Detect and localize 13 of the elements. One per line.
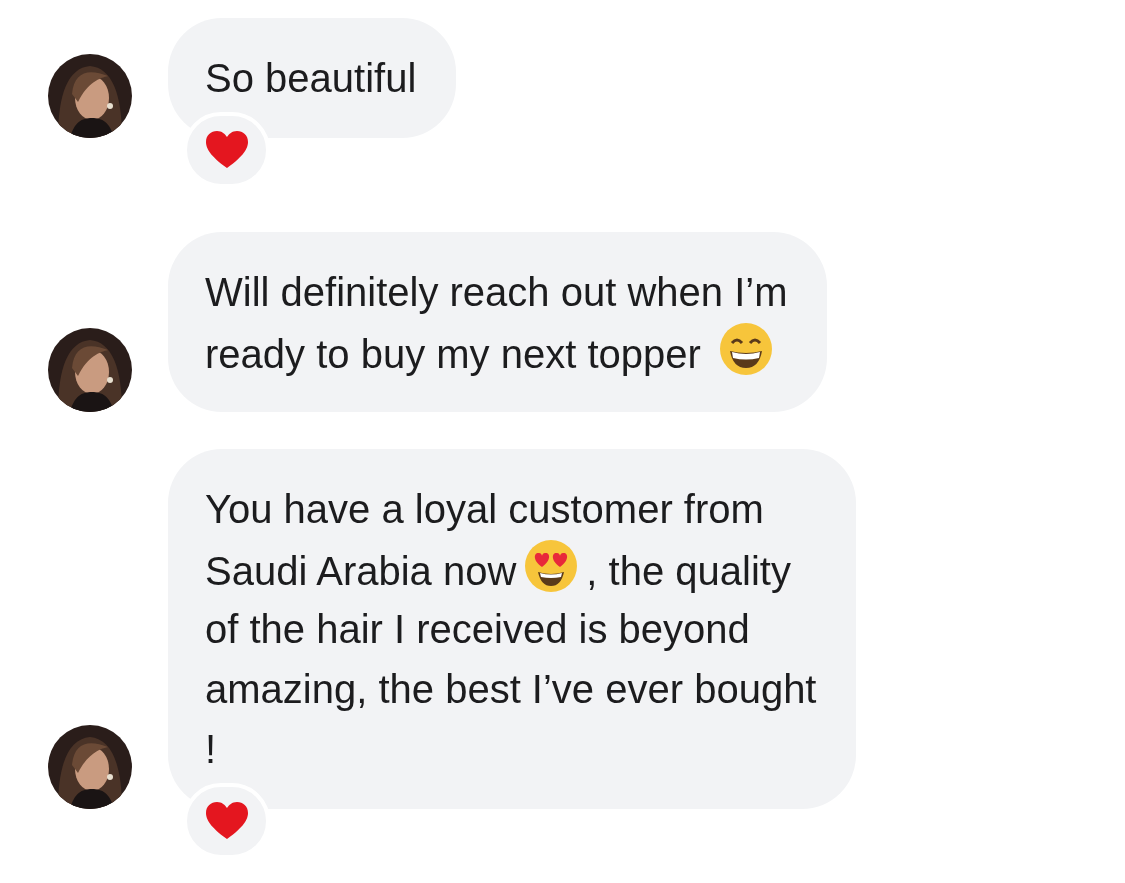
message-text: Saudi Arabia now bbox=[205, 549, 517, 593]
heart-icon bbox=[205, 131, 248, 169]
heart-icon bbox=[205, 802, 248, 840]
message-text: You have a loyal customer from bbox=[205, 487, 764, 531]
message-text: ready to buy my next topper bbox=[205, 332, 701, 376]
message-text: , the quality bbox=[586, 549, 791, 593]
heart-eyes-face-icon bbox=[524, 539, 579, 593]
message-text: of the hair I received is beyond bbox=[205, 607, 750, 651]
message-text: amazing, the best I’ve ever bought bbox=[205, 667, 817, 711]
message-text: So beautiful bbox=[205, 56, 417, 100]
grinning-face-icon bbox=[718, 322, 773, 376]
message-text: ! bbox=[205, 727, 217, 771]
message-text: Will definitely reach out when I’m bbox=[205, 270, 788, 314]
